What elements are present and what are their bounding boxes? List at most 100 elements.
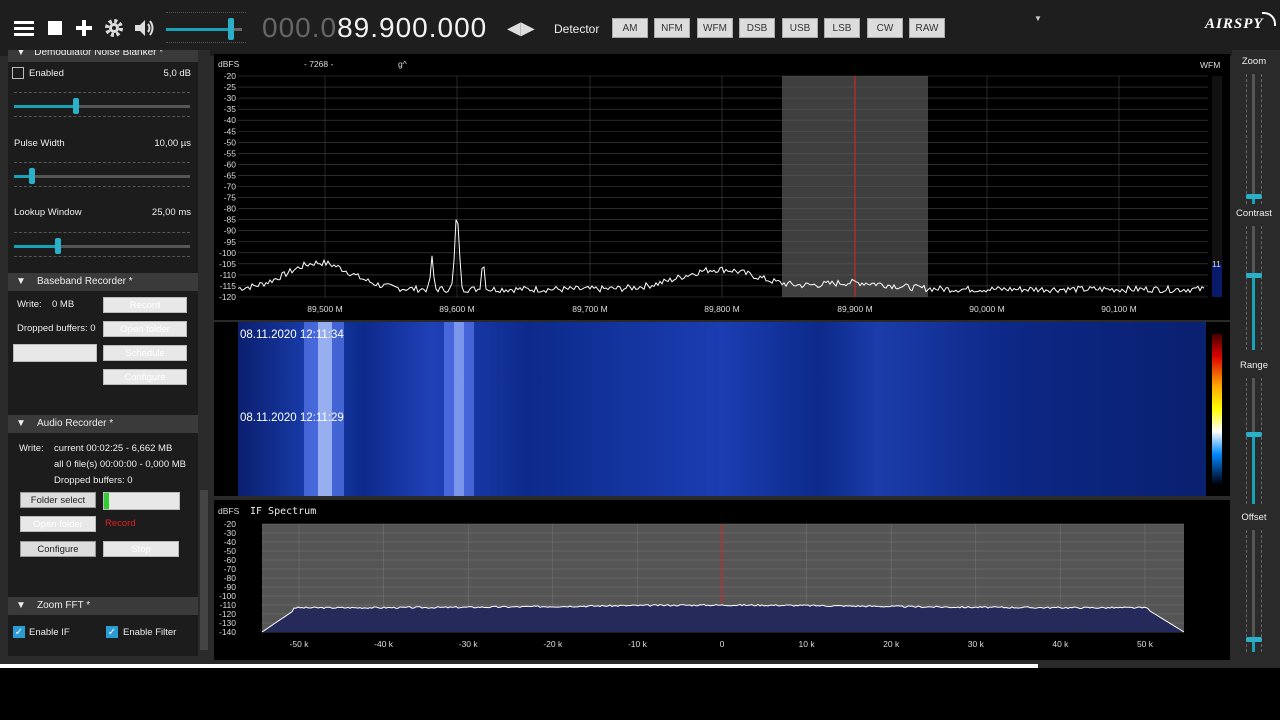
if-x-tick-label: -10 k [628, 639, 648, 649]
waterfall-image [238, 322, 1206, 496]
if-y-tick-label: -140 [219, 627, 236, 637]
main-x-tick-label: 89,500 M [307, 304, 342, 314]
main-y-tick-label: -85 [224, 215, 237, 225]
if-spectrum-fill [262, 604, 1184, 632]
main-y-tick-label: -120 [219, 292, 236, 302]
bb-schedule-button[interactable]: Schedule [103, 345, 187, 361]
main-y-tick-label: -55 [224, 148, 237, 158]
audio-recorder-header[interactable]: ▼ Audio Recorder * [8, 415, 198, 433]
bb-dropped-label: Dropped buffers: 0 [17, 323, 96, 334]
ar-write-current: current 00:02:25 - 6,662 MB [54, 443, 173, 454]
main-y-tick-label: -80 [224, 204, 237, 214]
ar-level-meter [103, 492, 180, 510]
bottom-black-area [0, 668, 1280, 720]
enable-filter-checkbox[interactable]: ✓ [106, 626, 118, 638]
waterfall-panel[interactable]: 08.11.2020 12:11:34 08.11.2020 12:11:29 [214, 322, 1230, 496]
nb-enabled-label: Enabled [29, 68, 64, 79]
waterfall-signal-2-core [454, 322, 464, 496]
main-y-tick-label: -110 [220, 270, 237, 280]
if-x-tick-label: -20 k [543, 639, 563, 649]
mode-wfm-button[interactable]: WFM [697, 18, 733, 38]
ar-stop-button[interactable]: Stop [103, 541, 179, 557]
contrast-slider[interactable] [1246, 226, 1262, 350]
volume-slider[interactable] [166, 10, 246, 46]
sdr-app-window: 000.089.900.000 ◀▶ Detector AM NFM WFM D… [0, 0, 1280, 668]
ar-open-folder-button[interactable]: Open folder [20, 516, 96, 532]
bb-configure-button[interactable]: Configure [103, 369, 187, 385]
detector-label: Detector [554, 22, 600, 36]
ar-folder-select-button[interactable]: Folder select [20, 492, 96, 508]
baseband-recorder-header[interactable]: ▼ Baseband Recorder * [8, 273, 198, 291]
main-y-tick-label: -90 [224, 226, 237, 236]
main-y-tick-label: -75 [224, 193, 237, 203]
if-x-tick-label: -50 k [290, 639, 310, 649]
main-y-tick-label: -25 [224, 82, 237, 92]
if-x-tick-label: -30 k [459, 639, 479, 649]
zoom-slider[interactable] [1246, 74, 1262, 204]
main-mode-tag: WFM [1200, 60, 1220, 70]
main-x-tick-label: 89,900 M [837, 304, 872, 314]
main-x-tick-label: 89,600 M [439, 304, 474, 314]
left-panel: ▼ Demodulator Noise Blanker * Enabled 5,… [8, 50, 198, 656]
if-spectrum-panel[interactable]: dBFS IF Spectrum -20 -30 -40 -50 -60 -70 -80 -9… [214, 500, 1230, 660]
left-panel-scrollbar[interactable] [198, 50, 210, 656]
ar-dropped: Dropped buffers: 0 [54, 475, 133, 486]
plus-icon[interactable] [72, 16, 96, 40]
main-y-tick-label: -35 [224, 104, 237, 114]
main-x-tick-label: 90,000 M [969, 304, 1004, 314]
main-marker-text: - 7268 - [304, 59, 333, 69]
main-y-tick-label: -65 [224, 170, 237, 180]
ar-record-label[interactable]: Record [105, 518, 136, 529]
mode-lsb-button[interactable]: LSB [824, 18, 860, 38]
noise-blanker-header[interactable]: ▼ Demodulator Noise Blanker * [8, 50, 198, 62]
right-panel: Zoom Contrast Range Offset [1232, 50, 1280, 660]
if-x-tick-label: 30 k [968, 639, 985, 649]
zoom-fft-header[interactable]: ▼ Zoom FFT * [8, 597, 198, 615]
toolbar: 000.089.900.000 ◀▶ Detector AM NFM WFM D… [0, 0, 1280, 56]
enable-if-checkbox[interactable]: ✓ [13, 626, 25, 638]
enable-if-label: Enable IF [29, 627, 70, 638]
range-label: Range [1240, 360, 1268, 371]
pulse-width-slider[interactable] [14, 162, 190, 192]
main-y-tick-label: -105 [219, 259, 236, 269]
main-spectrum-panel[interactable]: dBFS - 7268 - g^ WFM -20 -25 -30 -35 -40 -45-… [214, 54, 1230, 320]
range-slider[interactable] [1246, 378, 1262, 504]
lookup-window-slider[interactable] [14, 232, 190, 262]
mode-dsb-button[interactable]: DSB [739, 18, 775, 38]
mode-usb-button[interactable]: USB [782, 18, 818, 38]
main-x-tick-label: 89,800 M [704, 304, 739, 314]
waterfall-color-bar [1212, 334, 1222, 484]
tuning-arrows[interactable]: ◀▶ [507, 18, 535, 39]
menu-icon[interactable] [12, 16, 36, 40]
main-y-tick-label: -30 [224, 93, 237, 103]
lookup-window-value: 25,00 ms [151, 207, 191, 218]
mode-cw-button[interactable]: CW [867, 18, 903, 38]
noise-blanker-title: Demodulator Noise Blanker * [34, 50, 164, 58]
nb-level-slider[interactable] [14, 92, 190, 122]
waterfall-timestamp-1: 08.11.2020 12:11:34 [240, 329, 344, 341]
frequency-display[interactable]: 000.089.900.000 [262, 12, 487, 44]
ar-configure-button[interactable]: Configure [20, 541, 96, 557]
toolbar-dropdown-arrow[interactable]: ▼ [1034, 14, 1042, 23]
bb-record-button[interactable]: Record [103, 297, 187, 313]
mode-am-button[interactable]: AM [612, 18, 648, 38]
baseband-recorder-title: Baseband Recorder * [37, 276, 133, 287]
speaker-icon[interactable] [132, 16, 156, 40]
offset-slider[interactable] [1246, 530, 1262, 652]
main-y-tick-label: -100 [219, 248, 236, 258]
bb-folder-path-field[interactable] [13, 344, 97, 362]
mode-raw-button[interactable]: RAW [909, 18, 945, 38]
main-y-tick-label: -50 [224, 137, 237, 147]
if-x-tick-label: 10 k [799, 639, 816, 649]
main-y-tick-label: -45 [224, 126, 237, 136]
gear-icon[interactable] [102, 16, 126, 40]
main-y-tick-label: -60 [224, 159, 237, 169]
stop-icon[interactable] [44, 16, 68, 40]
if-unit-label: dBFS [218, 506, 240, 516]
mode-nfm-button[interactable]: NFM [654, 18, 690, 38]
nb-enabled-checkbox[interactable] [12, 67, 24, 79]
main-marker-text2: g^ [398, 59, 407, 69]
bb-open-folder-button[interactable]: Open folder [103, 321, 187, 337]
if-x-tick-label: 40 k [1052, 639, 1069, 649]
waterfall-timestamp-2: 08.11.2020 12:11:29 [240, 412, 344, 424]
